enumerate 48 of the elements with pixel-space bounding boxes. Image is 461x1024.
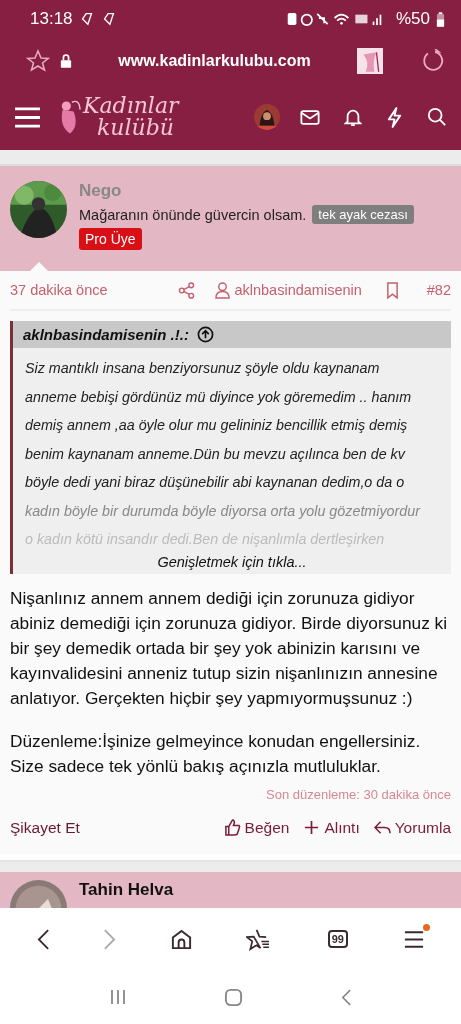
tabs-button[interactable]: 99 (327, 930, 348, 948)
post-number[interactable]: #82 (426, 282, 451, 298)
user-icon (215, 281, 231, 299)
user-title: Mağaranın önünde güvercin olsam. (79, 206, 307, 223)
mentioned-user-link[interactable]: aklnbasindamisenin (234, 282, 362, 298)
author-name[interactable]: Tahin Helva (79, 879, 174, 908)
search-icon[interactable] (427, 107, 447, 127)
bookmark-icon[interactable] (385, 281, 399, 299)
post-time[interactable]: 37 dakika önce (10, 282, 108, 298)
url-text[interactable]: www.kadinlarkulubu.com (82, 52, 347, 70)
quote-text: böyle dedi yani biraz düşünebilir abi kaynanan dedim,o da o (25, 473, 406, 492)
thumbs-up-icon (223, 819, 241, 836)
menu-icon[interactable] (404, 929, 425, 949)
quote-text: Siz mantıklı insana benziyorsunuz şöyle oldu kaynanam (25, 359, 381, 378)
logo-text[interactable]: Kadınlar (83, 95, 179, 117)
battery-icon (436, 11, 445, 27)
back-icon[interactable] (36, 927, 50, 951)
plus-icon (303, 819, 321, 836)
expand-link[interactable]: Genişletmek için tıkla... (13, 553, 451, 574)
status-time: 13:18 (30, 9, 73, 29)
reload-icon[interactable] (421, 49, 445, 73)
edit-note: Son düzenleme: 30 dakika önce (265, 786, 451, 802)
quote-button[interactable]: Alıntı (303, 818, 360, 837)
reply-icon (373, 819, 391, 836)
rank-badge: Pro Üye (79, 228, 142, 250)
home-button-icon[interactable] (224, 987, 244, 1007)
share-icon[interactable] (178, 281, 196, 299)
mail-icon[interactable] (300, 108, 320, 126)
quote-text: kadın böyle bir durumda böyle diyorsa orta yolu gözetmiyordur (25, 501, 422, 521)
title-badge: tek ayak cezası (312, 205, 414, 224)
post-paragraph: Nişanlınız annem annem dediği için zorunuza gidiyor abiniz demediği için zorunuza gidiyor. Birde diyorsunuz ki bir şey demedik ortada bir şey yok abinizin karısını ve kayınvalidesini anneniz tutup sizin nişanlınızın annesine anlatıyor. Gerçekten hiçbir şey yapmıyormuşsunuz :) (10, 586, 449, 710)
bell-icon[interactable] (344, 107, 362, 127)
battery-level: %50 (395, 9, 430, 29)
star-icon[interactable] (26, 49, 50, 73)
recent-apps-icon[interactable] (108, 988, 127, 1006)
arrow-up-circle-icon[interactable] (196, 326, 214, 343)
lightning-icon[interactable] (386, 106, 403, 128)
reply-button[interactable]: Yorumla (373, 818, 451, 837)
report-link[interactable]: Şikayet Et (10, 818, 80, 837)
logo-figure-icon (59, 98, 81, 136)
logo-text[interactable]: kulübü (83, 117, 179, 139)
home-icon[interactable] (169, 927, 193, 951)
like-button[interactable]: Beğen (223, 818, 290, 837)
quote-text: benim kaynanam anneme.Dün bu mevzu açılınca ben de kv (25, 444, 407, 464)
lock-icon (60, 54, 72, 68)
post-paragraph: Düzenleme:İşinize gelmeyince konudan engellersiniz. Size sadece tek yönlü bakış açınızla mutluluklar. (10, 729, 422, 778)
quote-text: demiş annem ,aa öyle olur mu gelininiz bencillik etmiş demiş (25, 416, 409, 435)
quote-text: anneme bebişi gördünüz mü diyince yok göremedim .. hanım (25, 387, 413, 407)
